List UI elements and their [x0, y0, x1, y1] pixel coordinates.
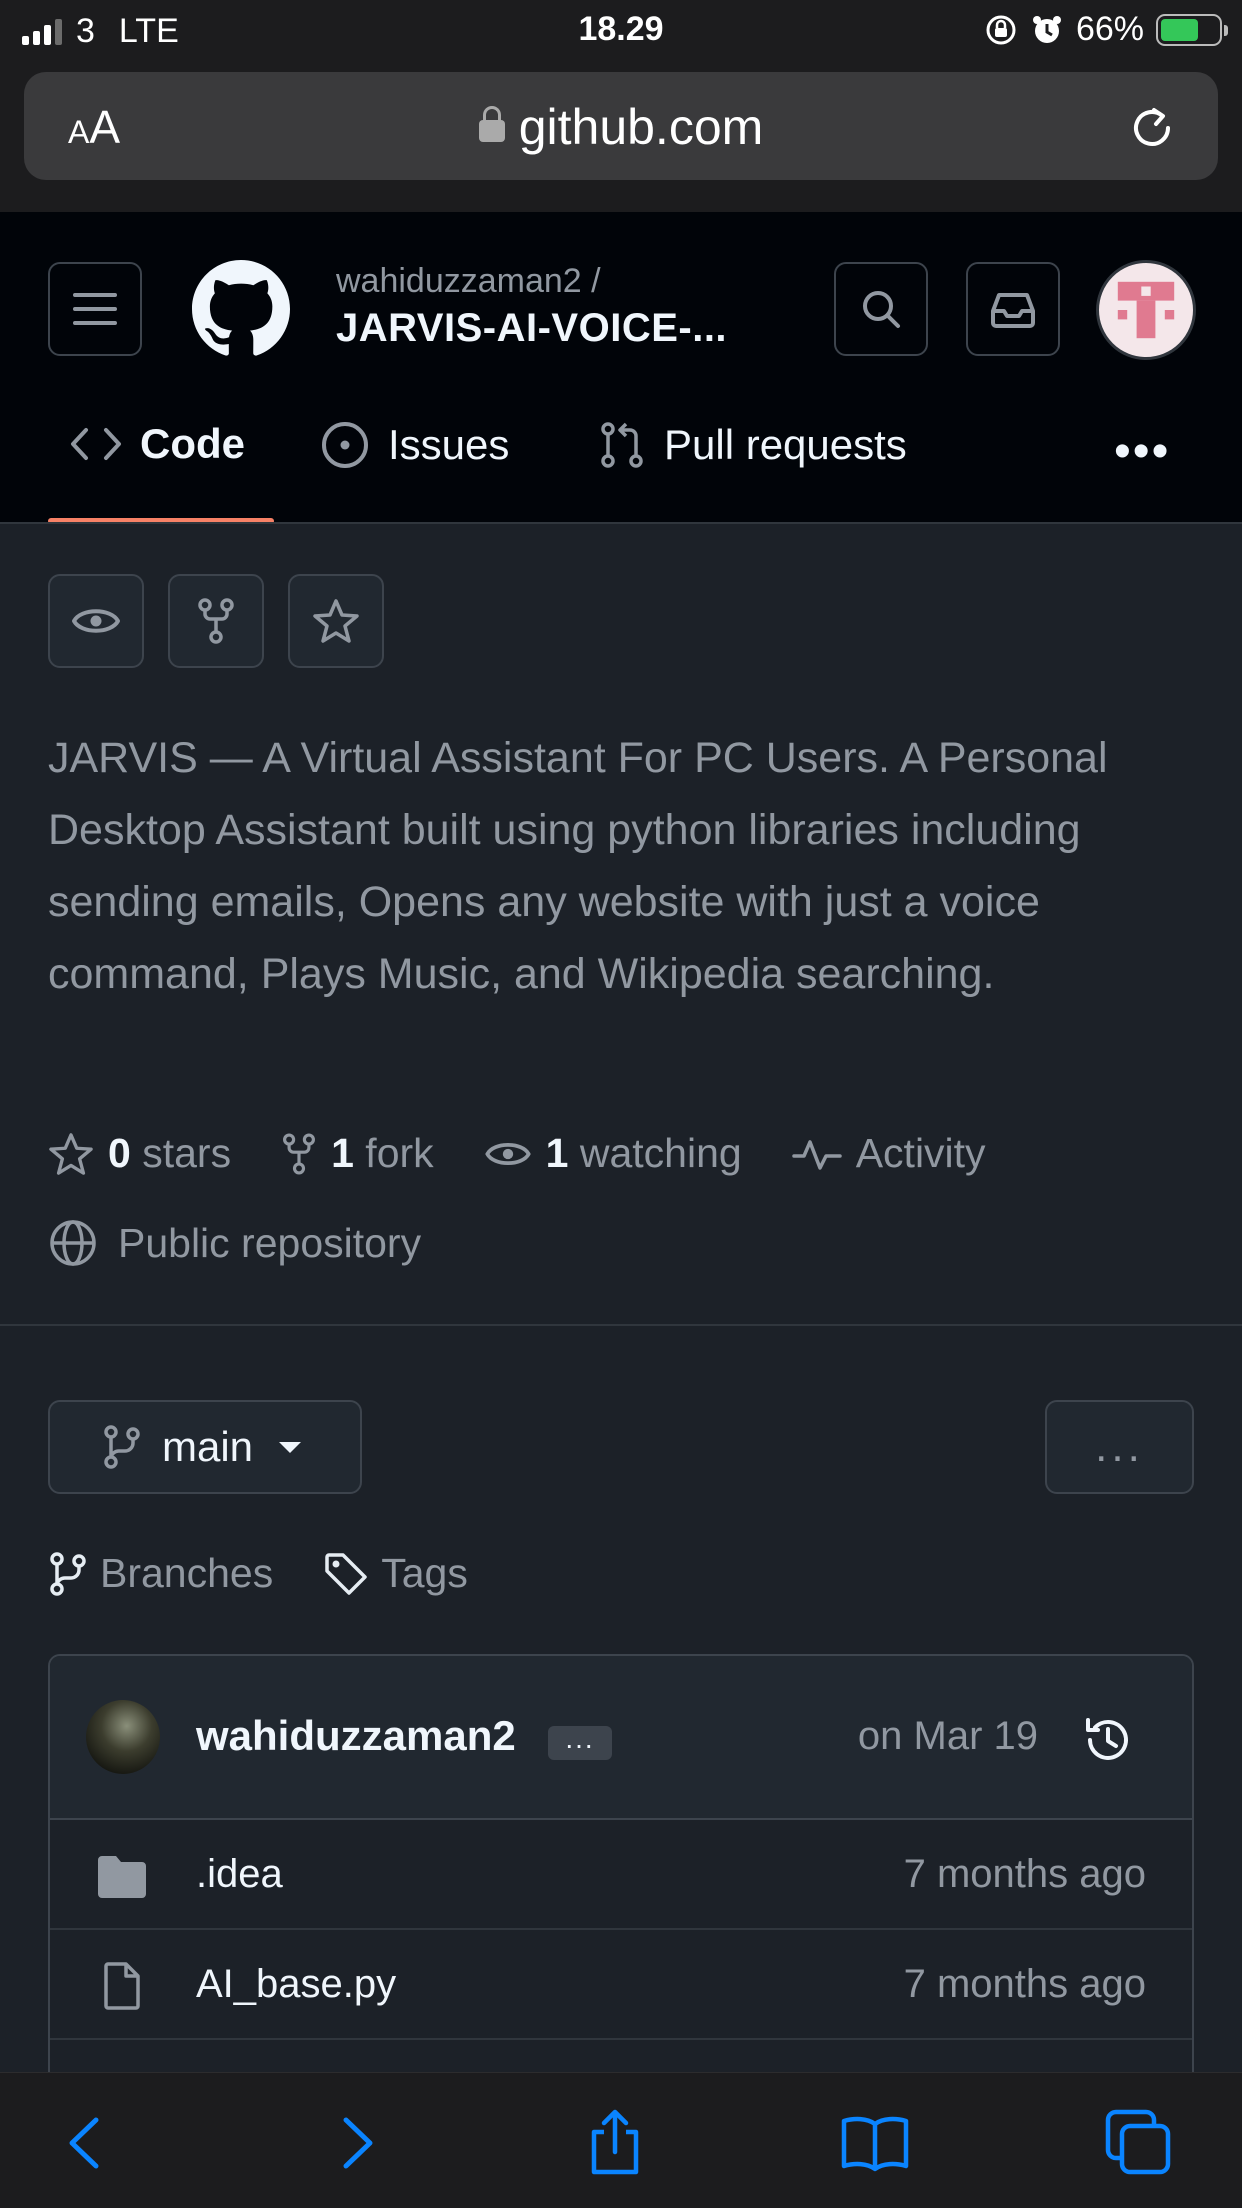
eye-icon: [485, 1142, 531, 1165]
forward-icon[interactable]: [320, 2108, 390, 2178]
pulse-icon: [791, 1139, 842, 1170]
ref-links: Branches Tags: [48, 1550, 518, 1597]
forks-link[interactable]: 1 fork: [281, 1130, 434, 1177]
star-button[interactable]: [288, 574, 384, 668]
git-branch-icon: [50, 1551, 86, 1596]
repo-owner-link[interactable]: wahiduzzaman2 /: [336, 262, 601, 301]
url-display[interactable]: github.com: [0, 98, 1242, 156]
eye-icon: [72, 609, 120, 633]
tabs-icon[interactable]: [1104, 2108, 1174, 2178]
user-avatar[interactable]: [1096, 260, 1196, 360]
stars-label: stars: [142, 1130, 232, 1176]
latest-commit-row: wahiduzzaman2 ... on Mar 19: [50, 1656, 1192, 1820]
commit-date: on Mar 19: [857, 1714, 1038, 1758]
triangle-down-icon: [279, 1441, 302, 1453]
github-header: [0, 212, 1242, 524]
inbox-icon: [991, 293, 1035, 328]
hamburger-icon: [73, 293, 117, 325]
issue-opened-icon: [322, 422, 368, 468]
file-name[interactable]: AI_base.py: [196, 1962, 396, 2007]
share-icon[interactable]: [580, 2108, 650, 2178]
tab-code[interactable]: Code: [70, 420, 245, 468]
code-icon: [71, 428, 121, 460]
history-icon[interactable]: [1080, 1712, 1136, 1768]
url-text: github.com: [518, 99, 764, 155]
status-bar: 3 LTE 18.29 66%: [0, 0, 1242, 64]
inbox-button[interactable]: [966, 262, 1060, 356]
star-icon: [313, 599, 359, 643]
visibility-label: Public repository: [118, 1219, 422, 1266]
visibility-info: Public repository: [48, 1218, 421, 1268]
fork-button[interactable]: [168, 574, 264, 668]
tabs-divider: [0, 522, 1242, 524]
git-branch-icon: [104, 1425, 140, 1469]
kebab-horizontal-icon: ...: [1095, 1422, 1144, 1471]
repo-name-link[interactable]: JARVIS-AI-VOICE-...: [336, 306, 727, 351]
tabs-overflow-menu[interactable]: •••: [1114, 424, 1170, 479]
section-divider: [0, 1324, 1242, 1326]
repo-forked-icon: [283, 1133, 316, 1174]
watching-count: 1: [545, 1130, 569, 1176]
file-row[interactable]: .idea 7 months ago: [50, 1820, 1192, 1930]
search-button[interactable]: [834, 262, 928, 356]
github-logo-icon[interactable]: [192, 260, 290, 358]
watch-button[interactable]: [48, 574, 144, 668]
battery-percent: 66%: [1075, 10, 1144, 48]
lock-icon: [478, 106, 505, 142]
branch-selector-button[interactable]: main: [48, 1400, 362, 1494]
tags-label: Tags: [381, 1550, 468, 1596]
watching-label: watching: [579, 1130, 742, 1176]
file-row[interactable]: AI_base.py 7 months ago: [50, 1930, 1192, 2040]
file-name[interactable]: .idea: [196, 1852, 283, 1897]
hamburger-menu-button[interactable]: [48, 262, 142, 356]
forks-label: fork: [365, 1130, 434, 1176]
folder-icon: [98, 1856, 146, 1898]
tag-icon: [325, 1552, 367, 1595]
branches-label: Branches: [100, 1550, 274, 1596]
activity-label: Activity: [855, 1130, 986, 1176]
file-date: 7 months ago: [903, 1962, 1146, 2006]
tab-issues-label: Issues: [388, 421, 510, 468]
star-icon: [49, 1132, 93, 1175]
activity-link[interactable]: Activity: [791, 1130, 986, 1177]
tags-link[interactable]: Tags: [323, 1550, 468, 1597]
file-date: 7 months ago: [903, 1852, 1146, 1896]
branches-link[interactable]: Branches: [48, 1550, 273, 1597]
git-pull-request-icon: [601, 422, 643, 468]
bookmarks-icon[interactable]: [840, 2108, 910, 2178]
forks-count: 1: [331, 1130, 354, 1176]
alarm-icon: [1032, 15, 1061, 43]
stars-count: 0: [108, 1130, 131, 1176]
watchers-link[interactable]: 1 watching: [484, 1130, 742, 1177]
more-options-button[interactable]: ...: [1045, 1400, 1194, 1494]
branch-name: main: [162, 1423, 254, 1470]
reload-icon[interactable]: [1124, 100, 1180, 156]
battery-level: [1161, 18, 1198, 41]
commit-author-avatar[interactable]: [86, 1700, 160, 1774]
repo-forked-icon: [198, 598, 234, 644]
stars-link[interactable]: 0 stars: [48, 1130, 231, 1177]
identicon-icon: [1117, 281, 1175, 339]
search-icon: [863, 291, 900, 328]
tab-pull-requests-label: Pull requests: [664, 421, 907, 468]
commit-message-toggle[interactable]: ...: [548, 1725, 612, 1760]
back-icon[interactable]: [52, 2108, 122, 2178]
tab-code-label: Code: [140, 420, 245, 467]
battery-icon: [1156, 13, 1228, 46]
tab-pull-requests[interactable]: Pull requests: [598, 420, 907, 470]
repo-description: JARVIS — A Virtual Assistant For PC User…: [48, 734, 1108, 998]
commit-author[interactable]: wahiduzzaman2: [196, 1712, 516, 1760]
globe-icon: [50, 1220, 96, 1266]
repo-stats: 0 stars 1 fork 1 watching Activity: [48, 1130, 1036, 1177]
orientation-lock-icon: [986, 15, 1016, 44]
tab-issues[interactable]: Issues: [320, 420, 509, 470]
file-icon: [104, 1962, 140, 2010]
